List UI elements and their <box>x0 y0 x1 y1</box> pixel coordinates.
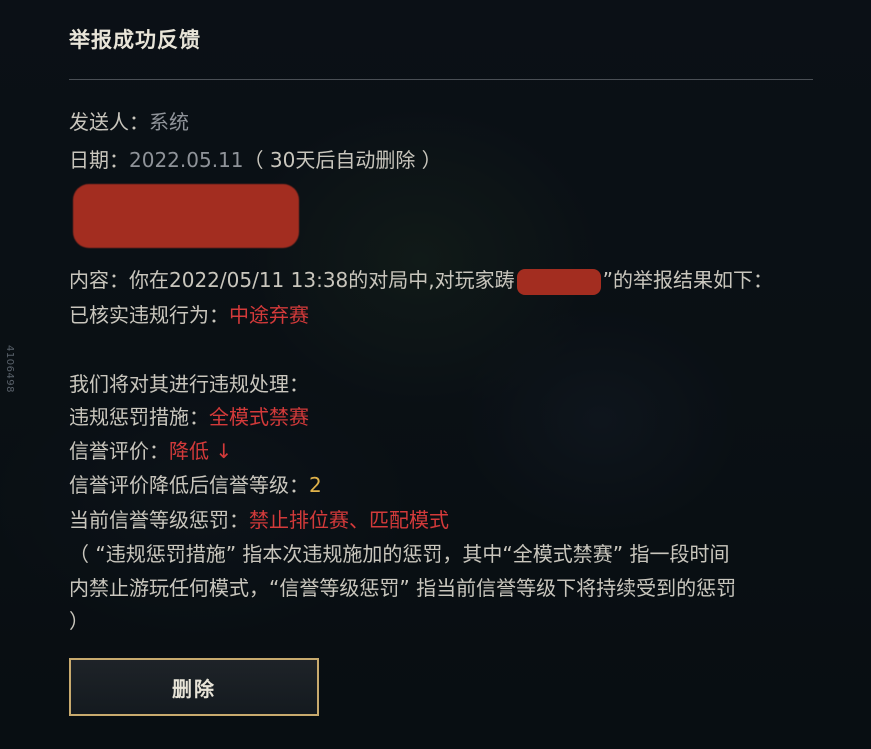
credit-label: 信誉评价： <box>69 439 169 463</box>
dialog-title: 举报成功反馈 <box>69 28 201 52</box>
credit-value: 降低 ↓ <box>169 439 233 463</box>
redacted-player-avatar <box>73 184 299 248</box>
title-divider <box>69 79 813 80</box>
content-suffix: 的举报结果如下： <box>613 268 773 292</box>
sender-row: 发送人：系统 <box>69 106 189 135</box>
note-line-3: ） <box>69 609 89 633</box>
credit-row: 信誉评价：降低 ↓ <box>69 435 232 464</box>
current-penalty-label: 当前信誉等级惩罚： <box>69 508 249 532</box>
current-penalty-value: 禁止排位赛、匹配模式 <box>249 508 449 532</box>
content-prefix: 内容：你在2022/05/11 13:38的对局中,对玩家 <box>69 268 495 292</box>
credit-level-row: 信誉评价降低后信誉等级：2 <box>69 469 322 498</box>
penalty-label: 违规惩罚措施： <box>69 405 209 429</box>
note-line-2: 内禁止游玩任何模式，“信誉等级惩罚” 指当前信誉等级下将持续受到的惩罚 <box>69 576 737 600</box>
date-note: （ 30天后自动删除 ） <box>243 148 442 172</box>
content-player-quote-end: ” <box>602 268 613 292</box>
current-penalty-row: 当前信誉等级惩罚：禁止排位赛、匹配模式 <box>69 504 449 533</box>
verified-row: 已核实违规行为：中途弃赛 <box>69 299 309 328</box>
handling-row: 我们将对其进行违规处理： <box>69 372 309 396</box>
content-player-first-char: 踌 <box>494 268 515 292</box>
date-row: 日期：2022.05.11（ 30天后自动删除 ） <box>69 144 442 173</box>
report-feedback-dialog: 举报成功反馈 发送人：系统 日期：2022.05.11（ 30天后自动删除 ） … <box>0 0 871 749</box>
penalty-row: 违规惩罚措施：全模式禁赛 <box>69 401 309 430</box>
sender-value: 系统 <box>149 110 189 134</box>
date-label: 日期： <box>69 148 129 172</box>
delete-button[interactable]: 删除 <box>69 658 319 716</box>
note-line-1: （ “违规惩罚措施” 指本次违规施加的惩罚，其中“全模式禁赛” 指一段时间 <box>69 542 730 566</box>
verified-value: 中途弃赛 <box>229 303 309 327</box>
verified-label: 已核实违规行为： <box>69 303 229 327</box>
sender-label: 发送人： <box>69 110 149 134</box>
redacted-player-name <box>516 268 601 295</box>
penalty-value: 全模式禁赛 <box>209 405 309 429</box>
credit-level-label: 信誉评价降低后信誉等级： <box>69 473 309 497</box>
credit-level-value: 2 <box>309 473 322 497</box>
date-value: 2022.05.11 <box>129 148 244 172</box>
content-row: 内容：你在2022/05/11 13:38的对局中,对玩家踌 ”的举报结果如下： <box>69 264 773 295</box>
